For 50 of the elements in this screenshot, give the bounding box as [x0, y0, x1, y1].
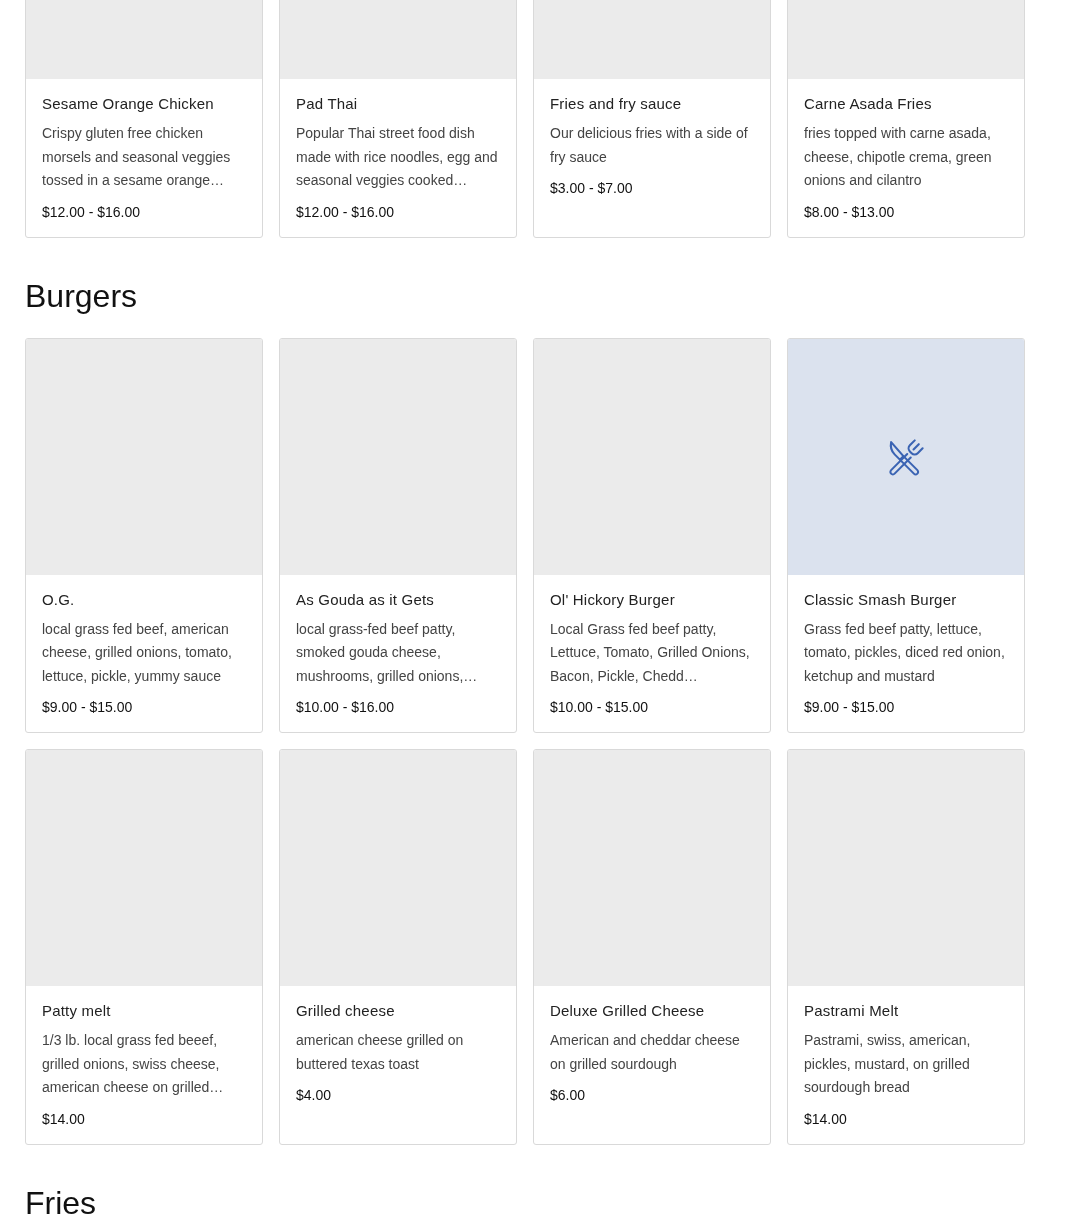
item-description: local grass fed beef, american cheese, grilled onions, tomato, lettuce, pickle, yummy sauce: [42, 619, 233, 686]
item-description: fries topped with carne asada, cheese, chipotle crema, green onions and cilantro: [804, 124, 993, 190]
menu-item-card[interactable]: Grilled cheese american cheese grilled on buttered texas toast $4.00: [279, 749, 517, 1145]
menu-item-card[interactable]: O.G. local grass fed beef, american cheese, grilled onions, tomato, lettuce, pickle, yummy sauce $9.00 - $15.00: [25, 337, 263, 733]
item-price: $9.00 - $15.00: [42, 698, 134, 717]
item-price: $12.00 - $16.00: [42, 202, 142, 222]
item-name: Fries and fry sauce: [550, 94, 683, 114]
menu-item-card[interactable]: Fries and fry sauce Our delicious fries with a side of fry sauce $3.00 - $7.00: [533, 0, 771, 238]
item-description: american cheese grilled on buttered texas toast: [296, 1031, 465, 1074]
item-name: Grilled cheese: [296, 1001, 396, 1021]
item-price: $14.00: [42, 1109, 86, 1129]
item-description: Our delicious fries with a side of fry sauce: [550, 124, 749, 167]
item-price: $8.00 - $13.00: [804, 202, 896, 222]
item-price: $3.00 - $7.00: [550, 179, 634, 198]
item-price: $12.00 - $16.00: [296, 202, 396, 222]
item-name: O.G.: [42, 589, 76, 610]
item-description: 1/3 lb. local grass fed beeef, grilled onions, swiss cheese, american cheese on grilled…: [42, 1031, 225, 1097]
item-price: $6.00: [550, 1086, 587, 1105]
item-description: Crispy gluten free chicken morsels and seasonal veggies tossed in a sesame orange…: [42, 124, 232, 190]
menu-item-card[interactable]: Pastrami Melt Pastrami, swiss, american, pickles, mustard, on grilled sourdough bread $14.00: [787, 749, 1025, 1145]
menu-item-card[interactable]: Sesame Orange Chicken Crispy gluten free chicken morsels and seasonal veggies tossed in a sesame orange… $12.00 - $16.00: [25, 0, 263, 238]
item-name: Carne Asada Fries: [804, 94, 933, 114]
section-heading: Fries: [25, 1183, 97, 1223]
menu-item-card[interactable]: Carne Asada Fries fries topped with carne asada, cheese, chipotle crema, green onions and cilantro $8.00 - $13.00: [787, 0, 1025, 238]
item-description: Local Grass fed beef patty, Lettuce, Tomato, Grilled Onions, Bacon, Pickle, Chedd…: [550, 619, 751, 686]
menu-item-card[interactable]: Deluxe Grilled Cheese American and cheddar cheese on grilled sourdough $6.00: [533, 749, 771, 1145]
item-price: $4.00: [296, 1086, 333, 1105]
item-price: $9.00 - $15.00: [804, 698, 896, 717]
item-price: $10.00 - $16.00: [296, 698, 396, 717]
section-heading: Burgers: [25, 276, 138, 316]
item-description: local grass-fed beef patty, smoked gouda cheese, mushrooms, grilled onions,…: [296, 619, 479, 686]
item-name: Sesame Orange Chicken: [42, 94, 215, 114]
item-name: Classic Smash Burger: [804, 589, 958, 610]
menu-item-card[interactable]: Ol' Hickory Burger Local Grass fed beef patty, Lettuce, Tomato, Grilled Onions, Bacon, Pickle, Chedd… $10.00 - $15.00: [533, 337, 771, 733]
item-price: $10.00 - $15.00: [550, 698, 650, 717]
menu-item-card[interactable]: As Gouda as it Gets local grass-fed beef patty, smoked gouda cheese, mushrooms, grilled onions,… $10.00 - $16.00: [279, 337, 517, 733]
item-name: Pad Thai: [296, 94, 359, 114]
item-description: Pastrami, swiss, american, pickles, mustard, on grilled sourdough bread: [804, 1031, 972, 1097]
menu-item-card[interactable]: Classic Smash Burger Grass fed beef patty, lettuce, tomato, pickles, diced red onion, ketchup and mustard $9.00 - $15.00: [787, 337, 1025, 733]
item-name: Pastrami Melt: [804, 1001, 900, 1021]
item-name: Deluxe Grilled Cheese: [550, 1001, 706, 1021]
menu-item-card[interactable]: Patty melt 1/3 lb. local grass fed beeef, grilled onions, swiss cheese, american cheese on grilled… $14.00: [25, 749, 263, 1145]
item-name: As Gouda as it Gets: [296, 589, 436, 610]
item-description: Popular Thai street food dish made with rice noodles, egg and seasonal veggies cooked…: [296, 124, 499, 190]
item-name: Ol' Hickory Burger: [550, 589, 676, 610]
item-price: $14.00: [804, 1109, 848, 1129]
item-description: Grass fed beef patty, lettuce, tomato, pickles, diced red onion, ketchup and mustard: [804, 619, 1006, 686]
item-name: Patty melt: [42, 1001, 112, 1021]
menu-item-card[interactable]: Pad Thai Popular Thai street food dish made with rice noodles, egg and seasonal veggies cooked… $12.00 - $16.00: [279, 0, 517, 238]
item-description: American and cheddar cheese on grilled sourdough: [550, 1031, 741, 1074]
